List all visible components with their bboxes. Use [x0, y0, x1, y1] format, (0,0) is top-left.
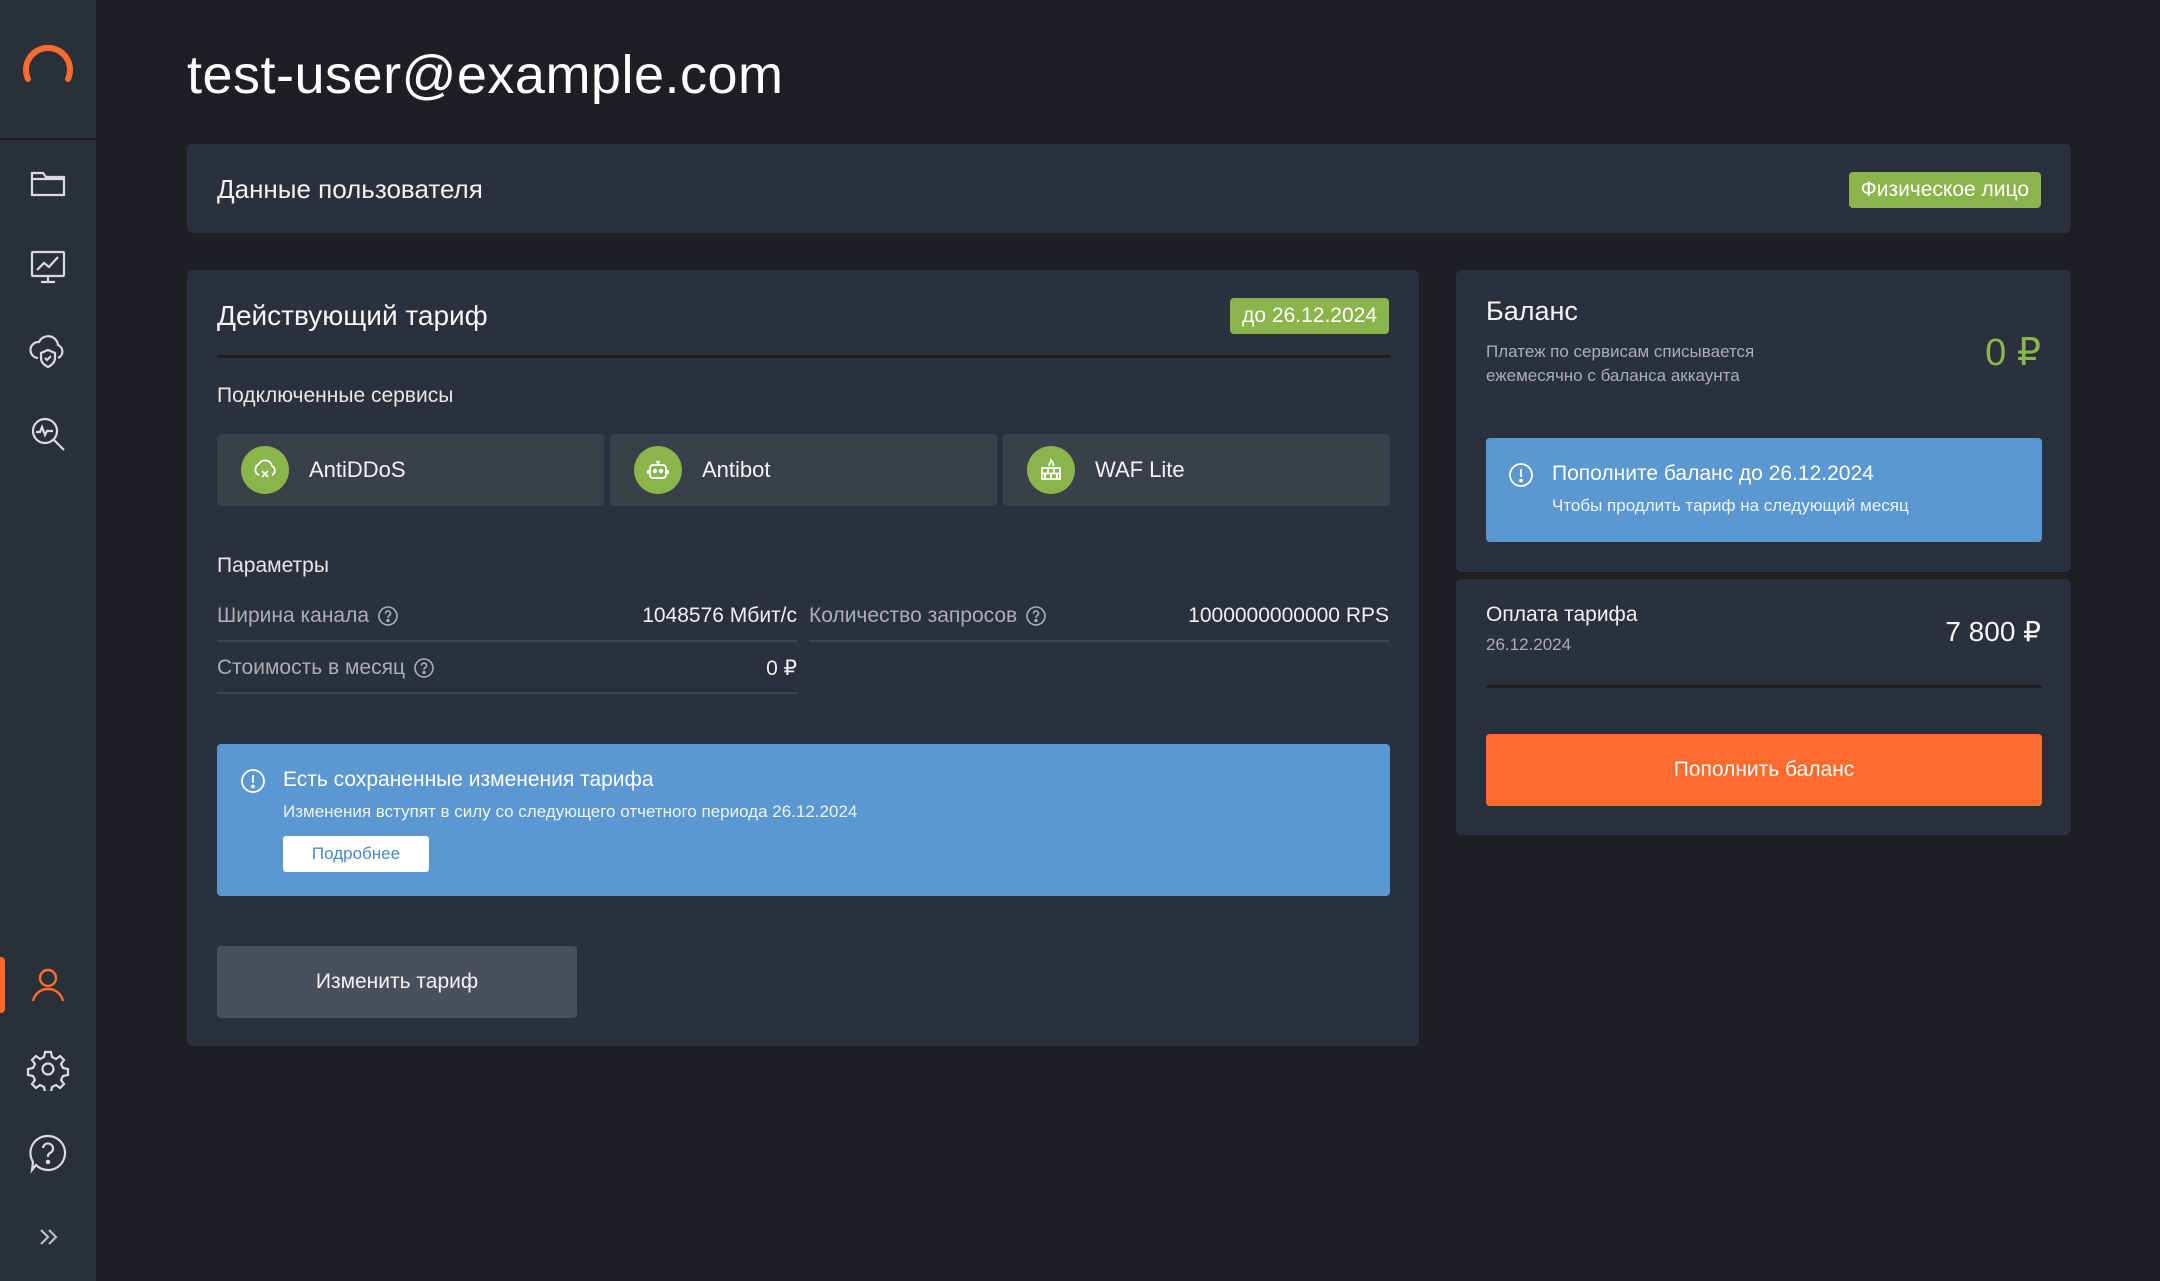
- payment-panel: Оплата тарифа 26.12.2024 7 800 ₽ Пополни…: [1456, 579, 2071, 835]
- firewall-icon: [1027, 446, 1075, 494]
- antiddos-icon: [241, 446, 289, 494]
- cost-label: Стоимость в месяц: [217, 656, 405, 679]
- question-icon[interactable]: [1025, 605, 1047, 627]
- service-card-waf[interactable]: WAF Lite: [1003, 434, 1390, 506]
- divider: [217, 355, 1390, 358]
- page-title: test-user@example.com: [187, 45, 784, 105]
- divider: [1486, 685, 2042, 688]
- user-data-title: Данные пользователя: [217, 174, 483, 204]
- bandwidth-label: Ширина канала: [217, 604, 370, 627]
- sidebar-item-protection[interactable]: [0, 315, 96, 385]
- services-label: Подключенные сервисы: [217, 384, 454, 407]
- robot-icon: [634, 446, 682, 494]
- gear-icon: [26, 1050, 70, 1091]
- user-icon: [31, 968, 65, 1002]
- topup-notice: Пополните баланс до 26.12.2024 Чтобы про…: [1486, 438, 2042, 542]
- user-data-panel[interactable]: Данные пользователя Физическое лицо: [187, 144, 2071, 233]
- service-name: AntiDDoS: [309, 457, 406, 482]
- balance-description: Платеж по сервисам списывается ежемесячн…: [1486, 342, 1755, 385]
- tariff-valid-badge: до 26.12.2024: [1230, 298, 1389, 334]
- requests-value: 1000000000000 RPS: [1188, 604, 1389, 627]
- topup-balance-button[interactable]: Пополнить баланс: [1486, 734, 2042, 806]
- bandwidth-value: 1048576 Мбит/с: [642, 604, 797, 627]
- details-button[interactable]: Подробнее: [283, 836, 429, 872]
- notice-title: Есть сохраненные изменения тарифа: [283, 768, 654, 791]
- param-bandwidth: Ширина канала 1048576 Мбит/с: [217, 592, 797, 642]
- info-icon: [241, 769, 265, 793]
- folder-icon: [30, 171, 66, 197]
- question-icon[interactable]: [377, 605, 399, 627]
- cost-value: 0 ₽: [766, 656, 797, 680]
- logo-icon: [23, 44, 73, 82]
- service-card-antibot[interactable]: Antibot: [610, 434, 997, 506]
- sidebar: [0, 0, 96, 1281]
- logo[interactable]: [0, 0, 96, 140]
- sidebar-item-monitoring[interactable]: [0, 231, 96, 301]
- topup-notice-title: Пополните баланс до 26.12.2024: [1552, 462, 1874, 485]
- sidebar-item-help[interactable]: [0, 1118, 96, 1188]
- params-label: Параметры: [217, 554, 329, 577]
- question-icon[interactable]: [413, 657, 435, 679]
- tariff-change-notice: Есть сохраненные изменения тарифа Измене…: [217, 744, 1390, 896]
- balance-amount: 0 ₽: [1985, 332, 2041, 374]
- balance-title: Баланс: [1486, 296, 1578, 326]
- sidebar-item-files[interactable]: [0, 148, 96, 218]
- service-card-antiddos[interactable]: AntiDDoS: [217, 434, 604, 506]
- change-tariff-button[interactable]: Изменить тариф: [217, 946, 577, 1018]
- payment-title: Оплата тарифа: [1486, 603, 1638, 626]
- payment-amount: 7 800 ₽: [1945, 616, 2041, 647]
- sidebar-expand-button[interactable]: [0, 1202, 96, 1272]
- info-icon: [1509, 463, 1533, 487]
- account-type-badge: Физическое лицо: [1848, 172, 2041, 208]
- tariff-panel: Действующий тариф до 26.12.2024 Подключе…: [187, 270, 1419, 1046]
- cloud-shield-icon: [29, 335, 64, 369]
- monitor-chart-icon: [30, 250, 66, 284]
- sidebar-item-settings[interactable]: [0, 1034, 96, 1104]
- expand-icon: [40, 1229, 58, 1245]
- notice-text: Изменения вступят в силу со следующего о…: [283, 802, 858, 821]
- param-requests: Количество запросов 1000000000000 RPS: [809, 592, 1389, 642]
- topup-notice-text: Чтобы продлить тариф на следующий месяц: [1552, 496, 1909, 515]
- sidebar-item-analytics[interactable]: [0, 399, 96, 469]
- service-name: WAF Lite: [1095, 457, 1185, 482]
- balance-panel: Баланс Платеж по сервисам списывается еж…: [1456, 270, 2071, 572]
- tariff-title: Действующий тариф: [217, 300, 488, 331]
- help-icon: [29, 1134, 67, 1174]
- param-cost: Стоимость в месяц 0 ₽: [217, 644, 797, 694]
- service-name: Antibot: [702, 457, 771, 482]
- search-analytics-icon: [31, 417, 65, 451]
- sidebar-item-profile[interactable]: [0, 950, 96, 1020]
- requests-label: Количество запросов: [809, 604, 1018, 627]
- payment-date: 26.12.2024: [1486, 635, 1572, 654]
